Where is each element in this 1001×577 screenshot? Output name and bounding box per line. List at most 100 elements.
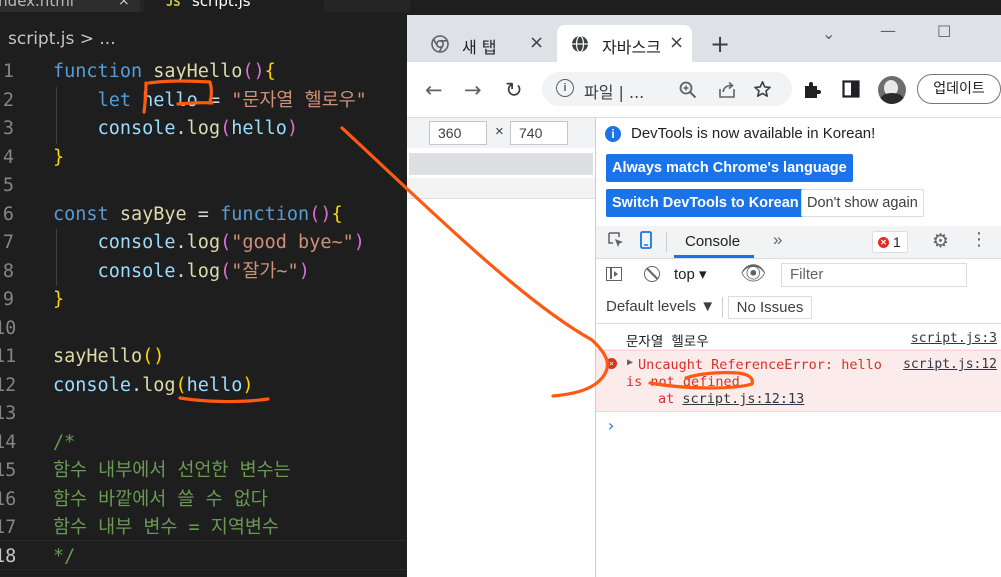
switch-to-korean-button[interactable]: Switch DevTools to Korean [606, 189, 805, 217]
site-info-icon[interactable]: i [556, 79, 574, 97]
code-line[interactable]: 16 함수 바깥에서 쓸 수 없다 [0, 486, 410, 515]
editor-tab-script-js[interactable]: JS script.js [144, 0, 324, 12]
javascript-file-icon: JS [166, 0, 181, 9]
bookmark-star-icon[interactable] [753, 80, 772, 99]
more-tabs-icon[interactable]: » [773, 230, 782, 250]
device-width-input[interactable]: 360 [429, 121, 487, 145]
code-text[interactable]: } [53, 286, 64, 315]
code-text[interactable]: 함수 내부에서 선언한 변수는 [53, 457, 291, 486]
error-count-badge[interactable]: ✕ 1 [872, 231, 908, 253]
code-line[interactable]: 3 console.log(hello) [0, 115, 410, 144]
code-line[interactable]: 8 console.log("잘가~") [0, 258, 410, 287]
tab-javascript[interactable]: 자바스크 × [557, 25, 692, 62]
dont-show-again-button[interactable]: Don't show again [801, 189, 924, 217]
code-line[interactable]: 17 함수 내부 변수 = 지역변수 [0, 514, 410, 543]
code-text[interactable]: console.log(hello) [53, 372, 254, 401]
console-error-message: ✕ ▶ Uncaught ReferenceError: hello scrip… [596, 350, 1001, 412]
editor-tab-index-html[interactable]: index.html × [0, 0, 140, 12]
code-token: ( [220, 260, 232, 282]
log-source-link[interactable]: script.js:3 [911, 331, 997, 346]
active-tab-indicator [674, 255, 754, 258]
tab-search-chevron-icon[interactable]: ⌄ [822, 24, 835, 43]
code-line[interactable]: 10 [0, 315, 410, 344]
inspect-element-icon[interactable] [608, 232, 624, 248]
code-text[interactable]: console.log("잘가~") [53, 258, 310, 287]
code-lines[interactable]: 1 function sayHello(){2 let hello = "문자열 … [0, 58, 410, 571]
clear-console-icon[interactable] [644, 266, 660, 282]
log-text: 문자열 헬로우 [626, 334, 709, 350]
tab-console[interactable]: Console [685, 233, 740, 250]
device-height-input[interactable]: 740 [510, 121, 568, 145]
code-line[interactable]: 7 console.log("good bye~") [0, 229, 410, 258]
console-log-message: 문자열 헬로우 script.js:3 [596, 324, 1001, 350]
address-text[interactable]: 파일 | ... [584, 79, 644, 103]
minimize-button[interactable]: — [880, 21, 896, 40]
code-token: log [142, 374, 176, 396]
share-icon[interactable] [718, 81, 736, 99]
line-number: 8 [2, 260, 14, 282]
code-text[interactable]: sayHello() [53, 343, 164, 372]
code-text[interactable]: /* [53, 429, 75, 458]
code-line[interactable]: 14 /* [0, 429, 410, 458]
code-token: () [242, 61, 265, 82]
code-line[interactable]: 11 sayHello() [0, 343, 410, 372]
forward-button[interactable]: → [464, 78, 482, 102]
code-text[interactable]: */ [53, 543, 75, 572]
zoom-icon[interactable] [679, 81, 697, 99]
code-text[interactable]: const sayBye = function(){ [53, 201, 343, 230]
address-bar[interactable]: i 파일 | ... [542, 72, 792, 106]
code-text[interactable]: } [53, 144, 64, 173]
code-token: { [264, 61, 276, 82]
console-sidebar-icon[interactable] [606, 267, 622, 281]
new-tab-button[interactable]: + [710, 30, 730, 58]
side-panel-icon[interactable] [842, 80, 860, 98]
update-button[interactable]: 업데이트 [917, 74, 1001, 104]
code-line[interactable]: 18 */ [0, 543, 410, 572]
code-line[interactable]: 15 함수 내부에서 선언한 변수는 [0, 457, 410, 486]
code-editor: index.html × JS script.js script.js > ..… [0, 0, 410, 577]
maximize-button[interactable]: ☐ [937, 22, 951, 41]
extensions-puzzle-icon[interactable] [802, 80, 822, 100]
live-expression-eye-icon[interactable]: 👁 [740, 261, 767, 286]
chrome-window: 새 탭 × 자바스크 × + ⌄ — ☐ ← → ↻ i 파일 | ... 업데… [407, 15, 1001, 577]
console-filter-input[interactable]: Filter [781, 263, 967, 287]
stack-location-link[interactable]: script.js:12:13 [682, 391, 804, 407]
expand-triangle-icon[interactable]: ▶ [627, 357, 633, 368]
code-line[interactable]: 13 [0, 400, 410, 429]
code-line[interactable]: 9} [0, 286, 410, 315]
gear-icon[interactable]: ⚙ [932, 230, 949, 252]
code-text[interactable]: function sayHello(){ [53, 58, 276, 87]
code-line[interactable]: 2 let hello = "문자열 헬로우" [0, 87, 410, 116]
more-options-icon[interactable]: ⋮ [970, 229, 988, 250]
code-line[interactable]: 5 [0, 172, 410, 201]
code-line[interactable]: 1 function sayHello(){ [0, 58, 410, 87]
back-button[interactable]: ← [425, 78, 443, 102]
tab-new-tab[interactable]: 새 탭 × [417, 25, 552, 62]
always-match-language-button[interactable]: Always match Chrome's language [606, 154, 853, 182]
media-query-bar[interactable] [409, 153, 593, 175]
code-text[interactable]: 함수 바깥에서 쓸 수 없다 [53, 486, 268, 515]
console-prompt-icon[interactable]: › [606, 416, 616, 435]
device-toggle-icon[interactable] [640, 231, 652, 249]
issues-button[interactable]: No Issues [728, 296, 812, 319]
code-text[interactable]: 함수 내부 변수 = 지역변수 [53, 514, 279, 543]
line-number: 7 [2, 232, 14, 253]
close-icon[interactable]: × [118, 0, 130, 9]
code-line[interactable]: 4} [0, 144, 410, 173]
code-text[interactable]: console.log(hello) [53, 115, 299, 144]
code-text[interactable]: let hello = "문자열 헬로우" [53, 87, 367, 116]
code-text[interactable]: console.log("good bye~") [53, 229, 365, 258]
code-line[interactable]: 12 console.log(hello) [0, 372, 410, 401]
close-icon[interactable]: × [669, 32, 684, 53]
profile-avatar[interactable] [878, 76, 906, 104]
context-selector[interactable]: top ▾ [674, 265, 707, 283]
error-source-link[interactable]: script.js:12 [903, 357, 997, 372]
close-icon[interactable]: × [529, 32, 544, 53]
divider [666, 232, 667, 252]
log-levels-dropdown[interactable]: Default levels ▼ [606, 298, 715, 315]
reload-button[interactable]: ↻ [505, 78, 523, 102]
breadcrumb[interactable]: script.js > ... [8, 29, 116, 49]
code-line[interactable]: 6 const sayBye = function(){ [0, 201, 410, 230]
